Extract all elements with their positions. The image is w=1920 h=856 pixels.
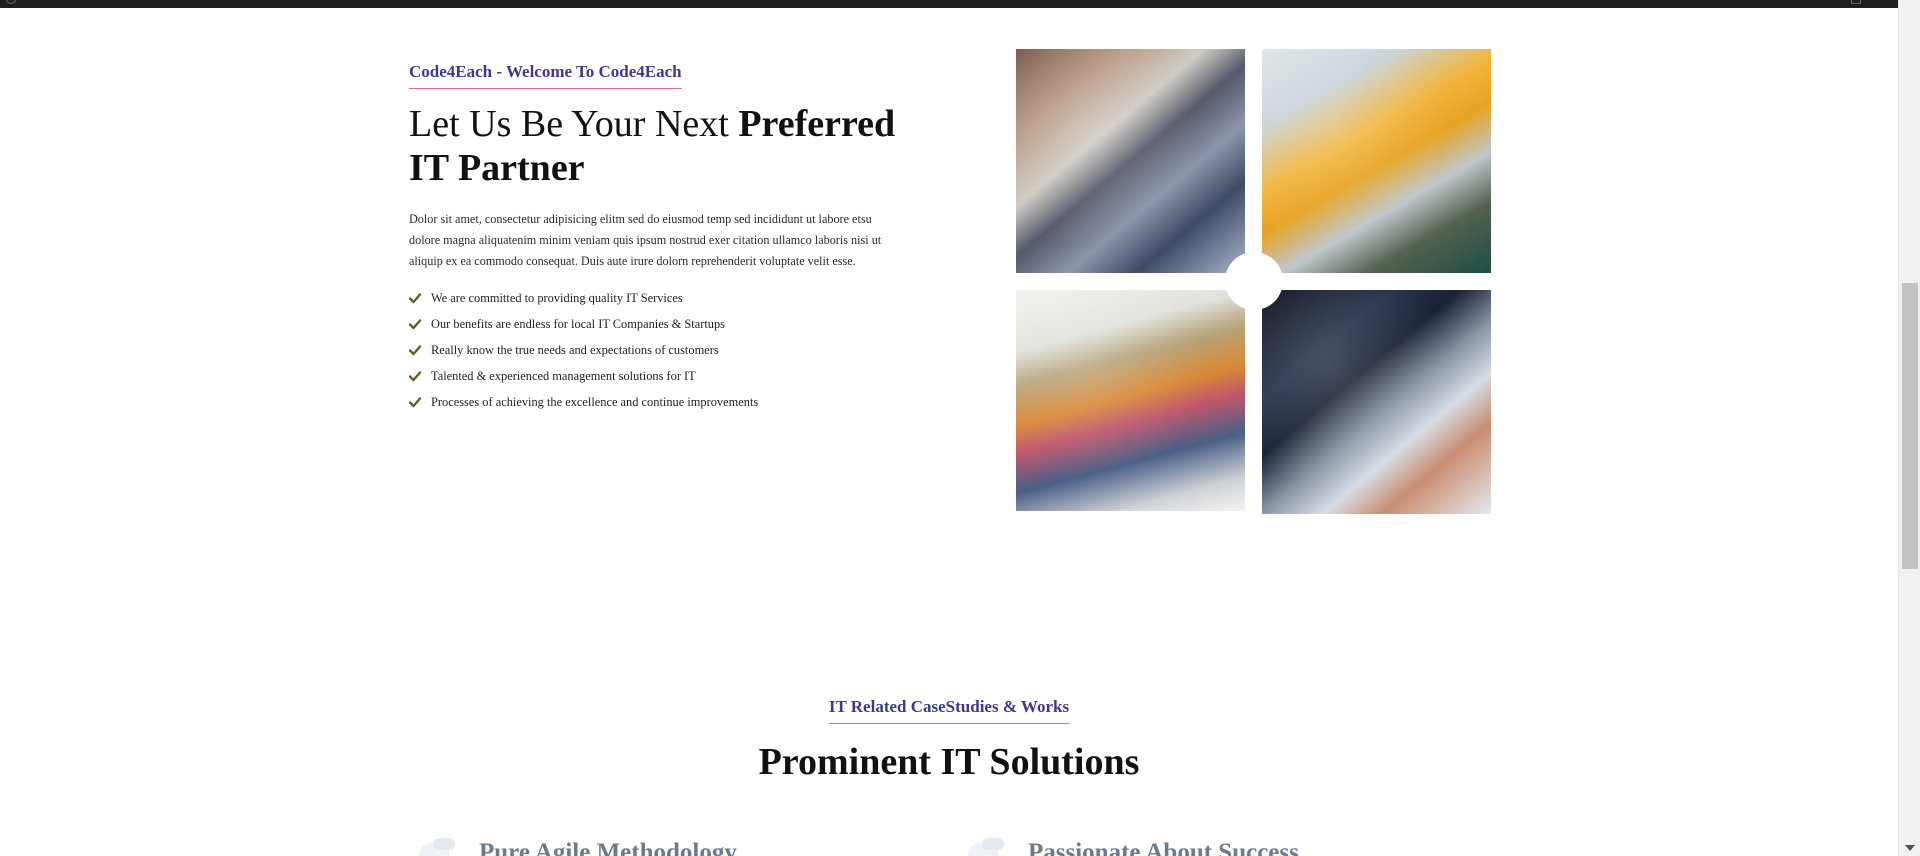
solutions-eyebrow: IT Related CaseStudies & Works — [828, 697, 1070, 724]
browser-menu-icon[interactable] — [1851, 0, 1861, 4]
page-scrollbar[interactable] — [1898, 0, 1920, 856]
feature-text: Really know the true needs and expectati… — [431, 342, 719, 357]
about-eyebrow: Code4Each - Welcome To Code4Each — [409, 62, 682, 89]
feature-text: We are committed to providing quality IT… — [431, 290, 683, 305]
solution-card-agile[interactable]: Pure Agile Methodology — [415, 838, 737, 856]
feature-list: We are committed to providing quality IT… — [409, 285, 909, 415]
agile-icon — [415, 838, 461, 856]
feature-text: Processes of achieving the excellence an… — [431, 394, 759, 409]
success-icon — [964, 838, 1010, 856]
about-section: Code4Each - Welcome To Code4Each Let Us … — [409, 62, 909, 415]
feature-list-item: Our benefits are endless for local IT Co… — [409, 311, 909, 337]
solution-card-success[interactable]: Passionate About Success — [964, 838, 1299, 856]
woman-at-laptop-photo — [1262, 49, 1491, 273]
solutions-header: IT Related CaseStudies & Works Prominent… — [0, 697, 1898, 784]
feature-list-item: Really know the true needs and expectati… — [409, 337, 909, 363]
feature-list-item: Processes of achieving the excellence an… — [409, 389, 909, 415]
solution-card-title: Passionate About Success — [1028, 839, 1299, 856]
check-icon — [409, 319, 421, 330]
headline-regular-text: Let Us Be Your Next — [409, 103, 739, 145]
check-icon — [409, 371, 421, 382]
browser-info-icon[interactable] — [6, 0, 16, 4]
check-icon — [409, 293, 421, 304]
woman-with-papers-photo — [1016, 290, 1245, 511]
feature-list-item: Talented & experienced management soluti… — [409, 363, 909, 389]
feature-text: Our benefits are endless for local IT Co… — [431, 316, 725, 331]
feature-text: Talented & experienced management soluti… — [431, 368, 696, 383]
scrollbar-thumb[interactable] — [1902, 283, 1918, 569]
solution-card-title: Pure Agile Methodology — [479, 839, 737, 856]
check-icon — [409, 345, 421, 356]
gallery-center-circle — [1225, 252, 1283, 310]
about-description: Dolor sit amet, consectetur adipisicing … — [409, 212, 882, 268]
check-icon — [409, 397, 421, 408]
laptop-code-photo — [1262, 290, 1491, 514]
about-headline: Let Us Be Your Next Preferred IT Partner — [409, 102, 909, 190]
feature-list-item: We are committed to providing quality IT… — [409, 285, 909, 311]
solutions-title: Prominent IT Solutions — [758, 741, 1140, 783]
browser-top-bar — [0, 0, 1898, 8]
man-thinking-photo — [1016, 49, 1245, 273]
scroll-down-arrow-icon[interactable] — [1905, 845, 1915, 851]
